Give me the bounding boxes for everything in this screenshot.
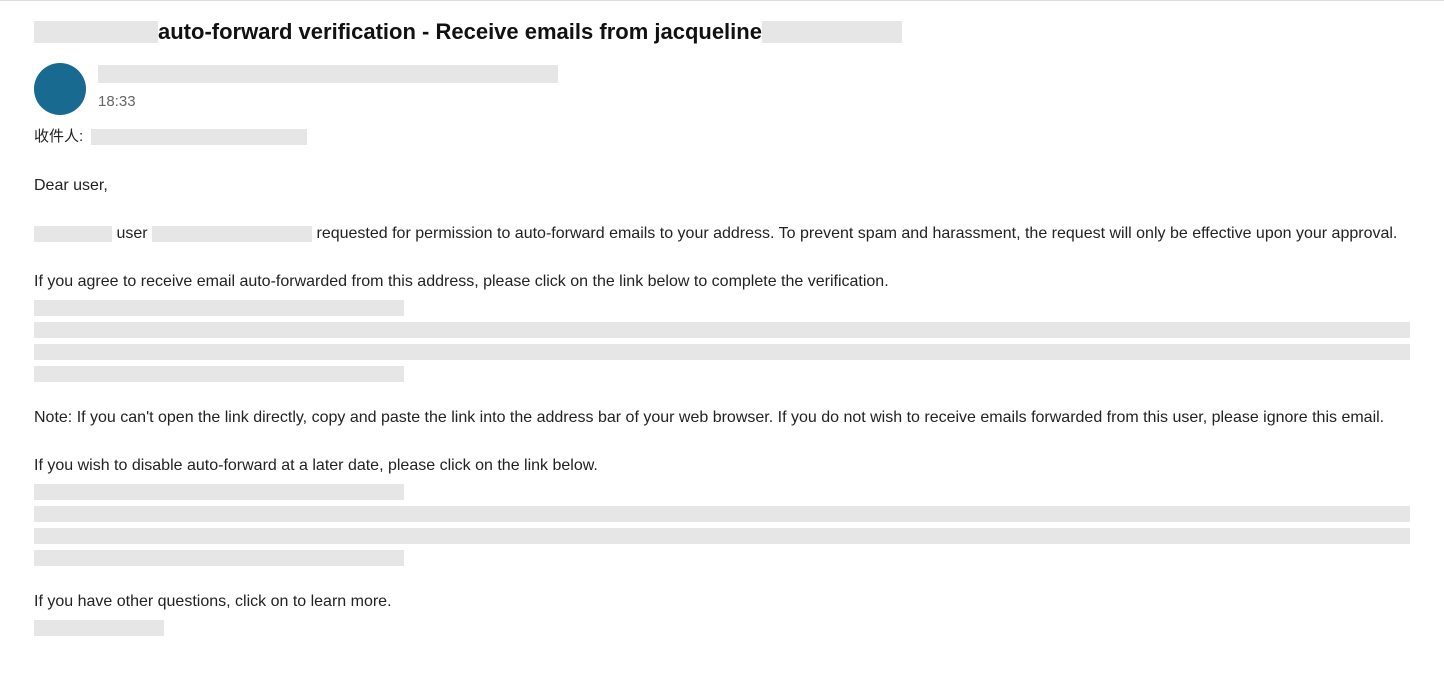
redacted-disable-link-line1[interactable]: [34, 484, 404, 500]
note-text: Note: If you can't open the link directl…: [34, 406, 1410, 430]
redacted-verify-link-line1[interactable]: [34, 300, 404, 316]
redacted-user-email: [152, 226, 312, 242]
sender-avatar: [34, 63, 86, 115]
email-time: 18:33: [98, 93, 136, 110]
greeting-text: Dear user,: [34, 174, 1410, 198]
recipient-label: 收件人:: [34, 128, 83, 145]
redacted-recipient: [91, 129, 307, 145]
intro-part1: user: [116, 225, 147, 242]
note-block: Note: If you can't open the link directl…: [34, 406, 1410, 430]
intro-line: user requested for permission to auto-fo…: [34, 222, 1410, 246]
greeting-block: Dear user,: [34, 174, 1410, 198]
email-subject-row: auto-forward verification - Receive emai…: [34, 19, 1410, 45]
redacted-verify-link-line2[interactable]: [34, 322, 1410, 338]
redacted-sender-name: [98, 65, 558, 83]
email-header-row: 18:33: [34, 63, 1410, 115]
header-meta: 18:33: [98, 63, 558, 111]
redacted-subject-prefix: [34, 21, 158, 43]
redacted-verify-link-line3[interactable]: [34, 344, 1410, 360]
redacted-disable-link-line4[interactable]: [34, 550, 404, 566]
redacted-verify-link-line4[interactable]: [34, 366, 404, 382]
email-subject-text: auto-forward verification - Receive emai…: [158, 19, 762, 45]
redacted-subject-suffix: [762, 21, 902, 43]
email-container: auto-forward verification - Receive emai…: [0, 0, 1444, 690]
redacted-learn-more-link[interactable]: [34, 620, 164, 636]
disable-text: If you wish to disable auto-forward at a…: [34, 454, 1410, 478]
questions-block: If you have other questions, click on to…: [34, 590, 1410, 636]
redacted-service: [34, 226, 112, 242]
questions-text: If you have other questions, click on to…: [34, 590, 1410, 614]
intro-part2: requested for permission to auto-forward…: [316, 225, 1397, 242]
redacted-disable-link-line3[interactable]: [34, 528, 1410, 544]
redacted-disable-link-line2[interactable]: [34, 506, 1410, 522]
email-body: Dear user, user requested for permission…: [34, 174, 1410, 636]
intro-block: user requested for permission to auto-fo…: [34, 222, 1410, 246]
agree-text: If you agree to receive email auto-forwa…: [34, 270, 1410, 294]
recipient-row: 收件人:: [34, 125, 1410, 146]
disable-block: If you wish to disable auto-forward at a…: [34, 454, 1410, 566]
agree-block: If you agree to receive email auto-forwa…: [34, 270, 1410, 382]
